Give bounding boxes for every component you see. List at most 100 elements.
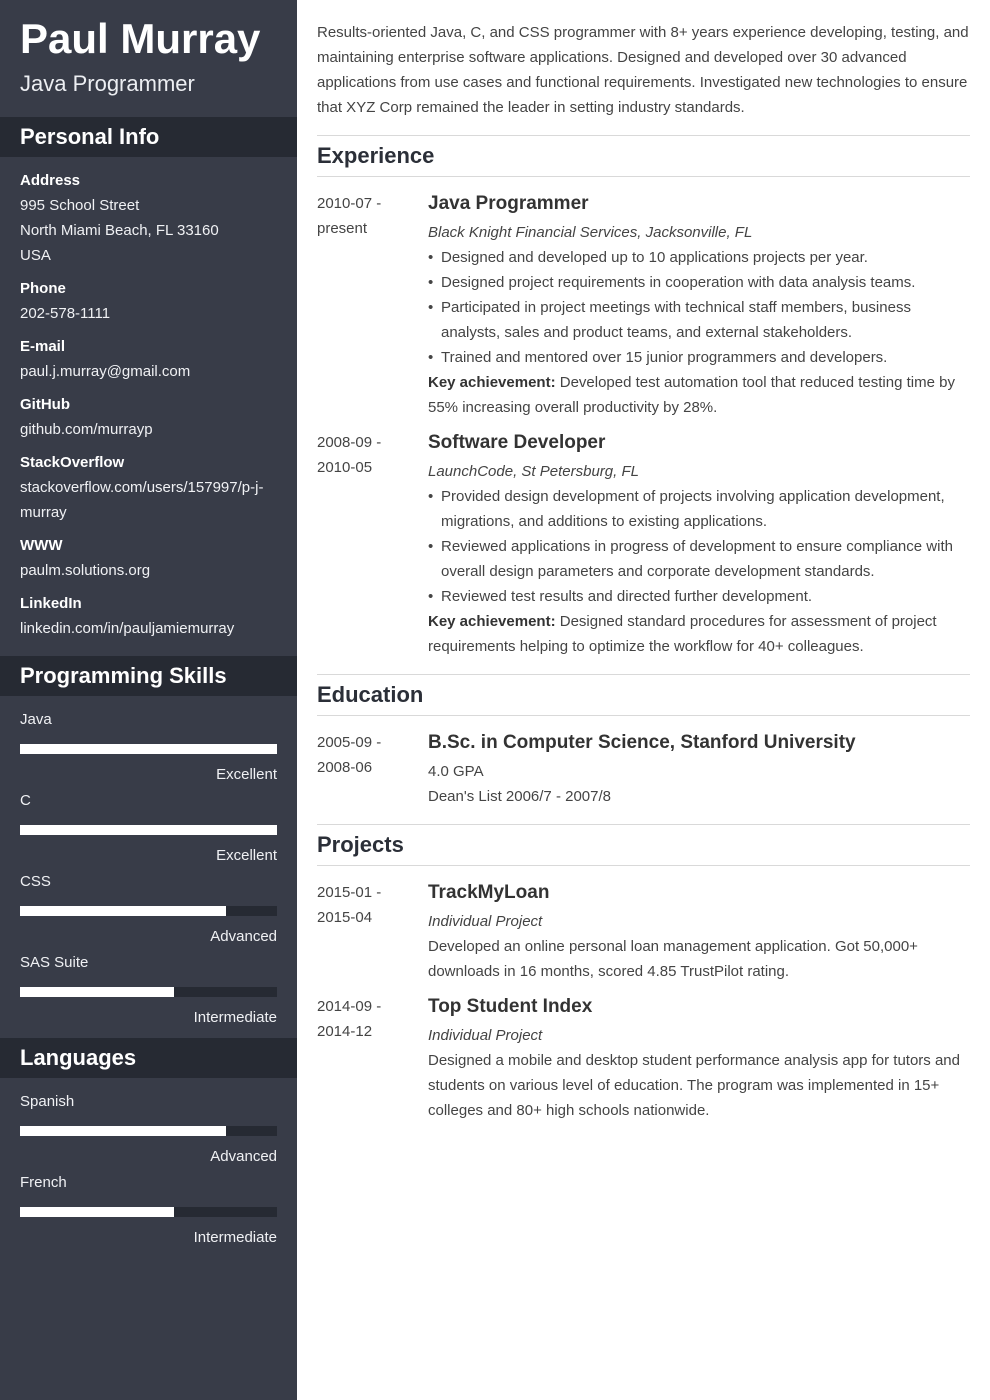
project-entry: 2014-09 - 2014-12 Top Student Index Indi… [317, 994, 970, 1123]
skill-item: Java Excellent [20, 707, 277, 787]
date-start: 2014-09 - [317, 998, 382, 1015]
bullet-list: Designed and developed up to 10 applicat… [428, 245, 970, 370]
candidate-name: Paul Murray [20, 15, 261, 62]
summary: Results-oriented Java, C, and CSS progra… [317, 24, 969, 116]
linkedin-link[interactable]: linkedin.com/in/pauljamiemurray [20, 616, 280, 641]
degree-title: B.Sc. in Computer Science, Stanford Univ… [428, 732, 856, 753]
info-github: GitHub github.com/murrayp [20, 392, 280, 442]
language-item: French Intermediate [20, 1170, 277, 1250]
key-achievement-label: Key achievement: [428, 374, 556, 391]
language-level: Intermediate [193, 1229, 277, 1246]
education-detail: 4.0 GPA [428, 763, 484, 780]
date-start: 2005-09 - [317, 734, 382, 751]
education-title: Education [317, 675, 970, 716]
sidebar: Paul Murray Java Programmer Personal Inf… [0, 0, 297, 1400]
skill-level: Intermediate [193, 1009, 277, 1026]
info-label: LinkedIn [20, 595, 82, 612]
info-value: 995 School Street [20, 197, 140, 214]
experience-entry: 2010-07 - present Java Programmer Black … [317, 191, 970, 420]
skill-name: SAS Suite [20, 954, 89, 971]
experience-entry: 2008-09 - 2010-05 Software Developer Lau… [317, 430, 970, 659]
email-link[interactable]: paul.j.murray@gmail.com [20, 359, 280, 384]
company: Black Knight Financial Services, Jackson… [428, 224, 753, 241]
bullet-item: Provided design development of projects … [428, 484, 970, 534]
personal-info-header: Personal Info [0, 117, 297, 157]
key-achievement-label: Key achievement: [428, 613, 556, 630]
info-value: USA [20, 247, 51, 264]
language-bar [20, 1126, 277, 1136]
info-label: Phone [20, 280, 66, 297]
skill-item: SAS Suite Intermediate [20, 950, 277, 1030]
skill-bar [20, 744, 277, 754]
project-entry: 2015-01 - 2015-04 TrackMyLoan Individual… [317, 880, 970, 984]
skill-item: C Excellent [20, 788, 277, 868]
language-bar [20, 1207, 277, 1217]
bullet-item: Designed project requirements in coopera… [428, 270, 970, 295]
bullet-item: Reviewed test results and directed furth… [428, 584, 970, 609]
date-start: 2015-01 - [317, 884, 382, 901]
info-label: GitHub [20, 396, 70, 413]
project-title: TrackMyLoan [428, 882, 550, 903]
bullet-list: Provided design development of projects … [428, 484, 970, 609]
info-label: Address [20, 172, 81, 189]
info-label: E-mail [20, 338, 66, 355]
project-description: Developed an online personal loan manage… [428, 938, 918, 980]
skill-bar [20, 906, 277, 916]
date-end: 2010-05 [317, 459, 373, 476]
project-description: Designed a mobile and desktop student pe… [428, 1052, 960, 1119]
experience-section: Experience 2010-07 - present Java Progra… [317, 135, 970, 659]
entry-date: 2014-09 - 2014-12 [317, 994, 428, 1123]
entry-date: 2005-09 - 2008-06 [317, 730, 428, 809]
projects-section: Projects 2015-01 - 2015-04 TrackMyLoan I… [317, 824, 970, 1123]
skill-bar-fill [20, 987, 175, 997]
skills-header: Programming Skills [0, 656, 297, 696]
bullet-item: Participated in project meetings with te… [428, 295, 970, 345]
language-bar-fill [20, 1126, 226, 1136]
skill-level: Excellent [216, 847, 277, 864]
skills-title: Programming Skills [20, 663, 227, 688]
project-type: Individual Project [428, 913, 543, 930]
job-title: Software Developer [428, 432, 606, 453]
entry-date: 2008-09 - 2010-05 [317, 430, 428, 659]
skill-bar [20, 825, 277, 835]
github-link[interactable]: github.com/murrayp [20, 417, 280, 442]
skill-level: Excellent [216, 766, 277, 783]
date-start: 2010-07 - [317, 195, 382, 212]
company: LaunchCode, St Petersburg, FL [428, 463, 639, 480]
skill-name: Java [20, 711, 52, 728]
skill-level: Advanced [210, 928, 277, 945]
info-stackoverflow: StackOverflow stackoverflow.com/users/15… [20, 450, 280, 525]
skill-name: CSS [20, 873, 51, 890]
project-title: Top Student Index [428, 996, 593, 1017]
date-end: 2014-12 [317, 1023, 373, 1040]
entry-date: 2015-01 - 2015-04 [317, 880, 428, 984]
info-www: WWW paulm.solutions.org [20, 533, 280, 583]
bullet-item: Designed and developed up to 10 applicat… [428, 245, 970, 270]
info-email: E-mail paul.j.murray@gmail.com [20, 334, 280, 384]
info-phone: Phone 202-578-1111 [20, 276, 280, 326]
education-entry: 2005-09 - 2008-06 B.Sc. in Computer Scie… [317, 730, 970, 809]
language-bar-fill [20, 1207, 175, 1217]
date-start: 2008-09 - [317, 434, 382, 451]
languages-header: Languages [0, 1038, 297, 1078]
info-label: StackOverflow [20, 454, 125, 471]
info-linkedin: LinkedIn linkedin.com/in/pauljamiemurray [20, 591, 280, 641]
personal-info-title: Personal Info [20, 124, 160, 149]
stackoverflow-link[interactable]: stackoverflow.com/users/157997/p-j-murra… [20, 475, 270, 525]
key-achievement: Key achievement: Designed standard proce… [428, 609, 970, 659]
skill-bar-fill [20, 744, 277, 754]
entry-date: 2010-07 - present [317, 191, 428, 420]
skill-item: CSS Advanced [20, 869, 277, 949]
info-value: 202-578-1111 [20, 305, 111, 322]
experience-title: Experience [317, 136, 970, 177]
key-achievement: Key achievement: Developed test automati… [428, 370, 970, 420]
website-link[interactable]: paulm.solutions.org [20, 558, 280, 583]
language-level: Advanced [210, 1148, 277, 1165]
info-address: Address 995 School Street North Miami Be… [20, 168, 280, 268]
skill-bar-fill [20, 825, 277, 835]
bullet-item: Reviewed applications in progress of dev… [428, 534, 970, 584]
date-end: 2008-06 [317, 759, 373, 776]
project-type: Individual Project [428, 1027, 543, 1044]
language-name: Spanish [20, 1093, 75, 1110]
job-title: Java Programmer [428, 193, 589, 214]
